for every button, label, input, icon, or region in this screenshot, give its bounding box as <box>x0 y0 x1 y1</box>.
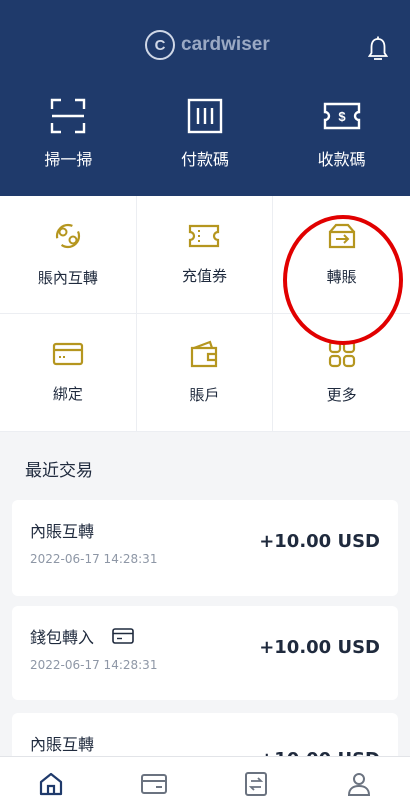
transaction-amount: +10.00 USD <box>259 637 380 658</box>
card-icon <box>140 774 167 794</box>
home-icon <box>40 772 63 796</box>
transaction-time: 2022-06-17 14:28:31 <box>30 658 158 672</box>
internal-transfer-label: 賬內互轉 <box>37 269 98 287</box>
app-logo: C cardwiser <box>145 30 270 60</box>
transaction-amount: +10.00 USD <box>259 531 380 552</box>
receive-code-label: 收款碼 <box>317 150 366 169</box>
transaction-row[interactable]: 內賬互轉 2022-06-17 14:28:31 +10.00 USD <box>12 500 398 596</box>
more-label: 更多 <box>326 386 357 404</box>
payment-code-button[interactable]: 付款碼 <box>137 98 274 170</box>
account-button[interactable]: 賬戶 <box>136 314 274 432</box>
receive-code-button[interactable]: $ 收款碼 <box>273 98 410 170</box>
transaction-name: 內賬互轉 <box>30 522 95 541</box>
recent-transactions-title: 最近交易 <box>25 461 93 481</box>
nav-profile[interactable] <box>308 757 410 811</box>
card-bind-icon <box>52 342 83 366</box>
nav-cards[interactable] <box>103 757 206 811</box>
svg-text:$: $ <box>338 109 346 124</box>
scan-button[interactable]: 掃一掃 <box>0 98 137 170</box>
internal-transfer-icon <box>55 223 80 249</box>
logo-badge: C <box>145 30 175 60</box>
logo-text: cardwiser <box>181 34 270 55</box>
logo-letter: C <box>154 36 166 54</box>
scan-icon <box>51 98 86 134</box>
scan-label: 掃一掃 <box>44 150 93 169</box>
receive-ticket-icon: $ <box>323 102 360 130</box>
voucher-button[interactable]: 充值券 <box>136 196 274 314</box>
bell-icon[interactable] <box>367 36 389 66</box>
voucher-label: 充值券 <box>181 267 227 285</box>
nav-home[interactable] <box>0 757 103 811</box>
profile-icon <box>347 773 370 796</box>
voucher-icon <box>189 224 220 248</box>
payment-code-label: 付款碼 <box>181 150 230 169</box>
transaction-name: 內賬互轉 <box>30 735 95 754</box>
nav-transfer[interactable] <box>205 757 308 811</box>
bind-card-button[interactable]: 綁定 <box>0 314 137 432</box>
bottom-nav <box>0 756 410 811</box>
bind-card-label: 綁定 <box>52 385 83 403</box>
annotation-circle <box>283 215 403 345</box>
card-icon <box>112 628 134 644</box>
transaction-name: 錢包轉入 <box>30 628 95 647</box>
barcode-icon <box>187 98 223 134</box>
account-label: 賬戶 <box>189 386 220 404</box>
wallet-icon <box>191 340 218 368</box>
transaction-row[interactable]: 錢包轉入 2022-06-17 14:28:31 +10.00 USD <box>12 606 398 700</box>
transaction-time: 2022-06-17 14:28:31 <box>30 552 158 566</box>
transfer-doc-icon <box>245 772 268 796</box>
internal-transfer-button[interactable]: 賬內互轉 <box>0 196 137 314</box>
top-actions: 掃一掃 付款碼 $ 收款碼 <box>0 98 410 170</box>
